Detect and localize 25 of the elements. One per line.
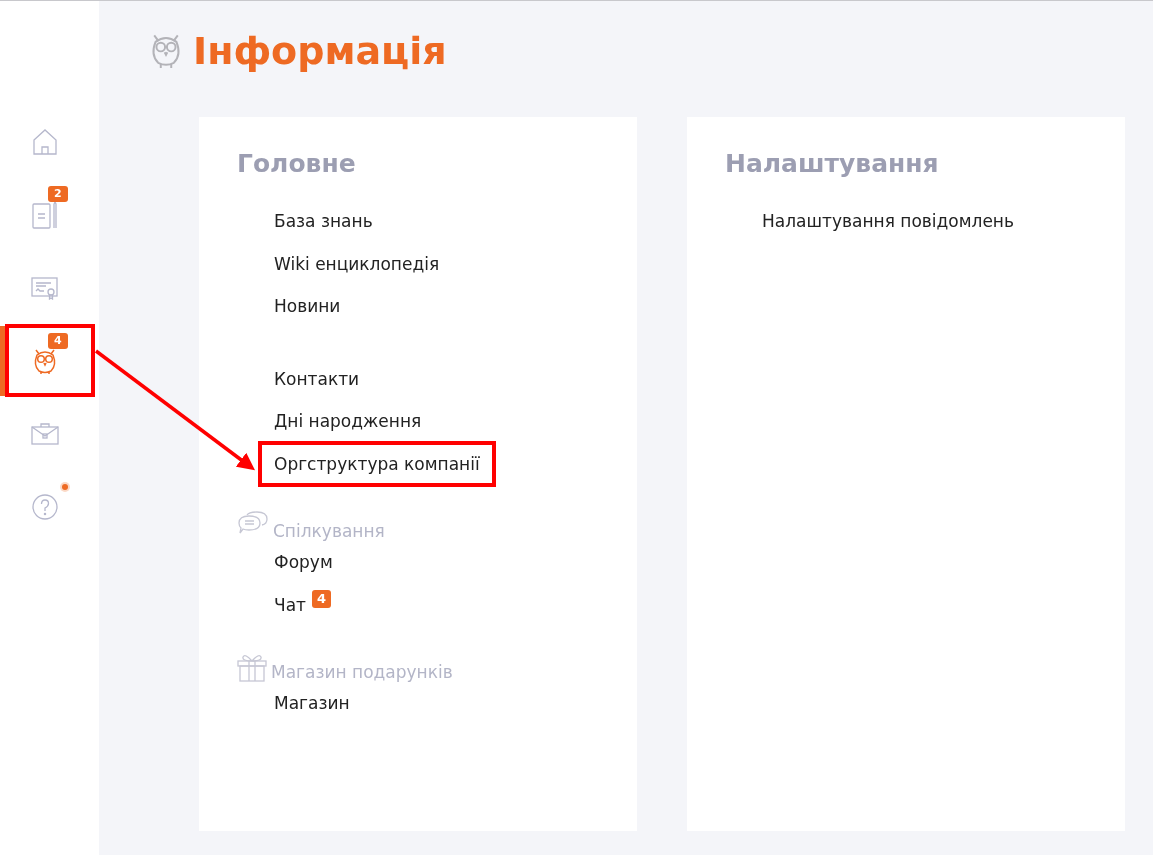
notebook-icon	[32, 199, 58, 230]
section-title: Налаштування	[725, 149, 940, 178]
page-title: Інформація	[193, 29, 447, 73]
active-indicator	[0, 326, 5, 396]
notification-badge: 4	[48, 332, 68, 349]
gift-icon	[237, 652, 267, 682]
menu-link[interactable]: Wiki енциклопедія	[274, 253, 440, 274]
notification-badge: 2	[48, 185, 68, 202]
menu-link[interactable]: База знань	[274, 211, 373, 232]
briefcase-icon	[31, 421, 59, 446]
section-title: Головне	[237, 149, 357, 178]
help-icon	[32, 493, 58, 520]
certificate-icon	[31, 275, 59, 300]
group-heading: Магазин подарунків	[271, 662, 453, 682]
menu-link[interactable]: Дні народження	[274, 411, 422, 432]
menu-link[interactable]: Магазин	[274, 693, 350, 714]
menu-link[interactable]: Чат	[274, 594, 306, 615]
menu-link[interactable]: Оргструктура компанії	[258, 440, 496, 487]
menu-link[interactable]: Налаштування повідомлень	[762, 211, 1014, 232]
count-badge: 4	[312, 589, 332, 608]
menu-link[interactable]: Контакти	[274, 368, 360, 389]
menu-link[interactable]: Новини	[274, 296, 341, 317]
home-icon	[32, 127, 58, 156]
menu-link[interactable]: Форум	[274, 552, 333, 573]
group-heading: Спілкування	[273, 521, 385, 541]
